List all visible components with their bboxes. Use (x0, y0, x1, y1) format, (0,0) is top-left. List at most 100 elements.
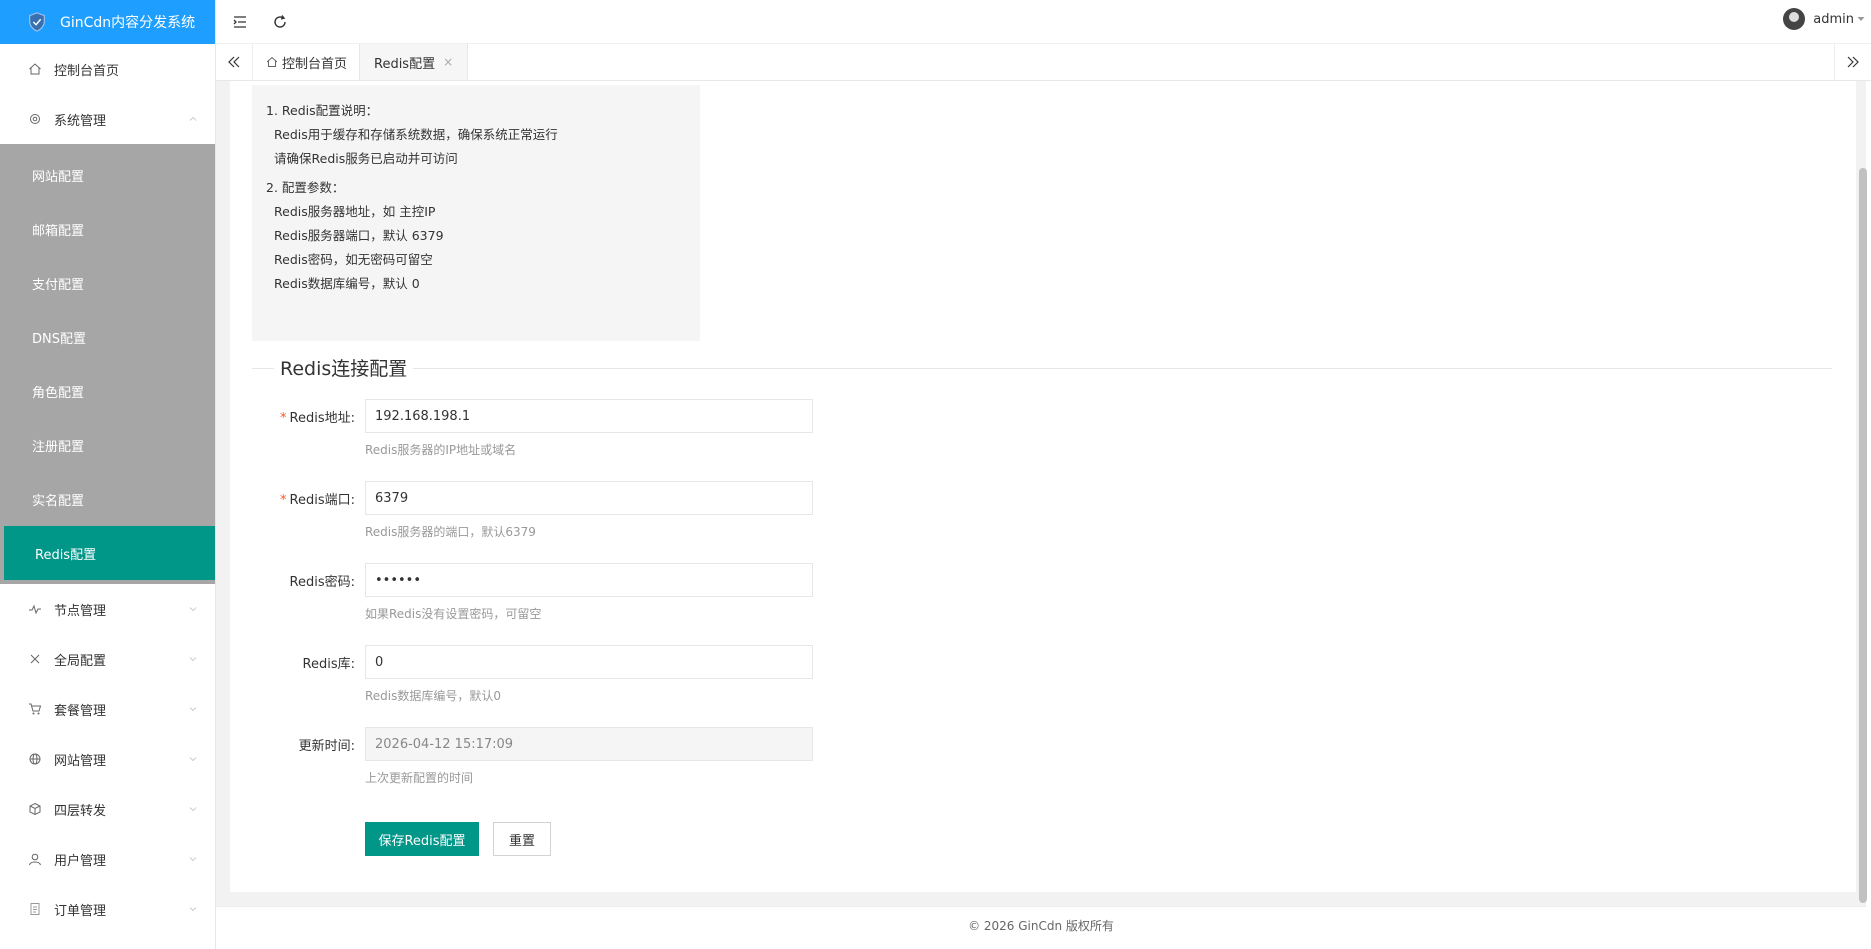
avatar (1783, 8, 1806, 30)
submenu-item-realname[interactable]: 实名配置 (0, 472, 215, 526)
required-marker: * (280, 411, 287, 426)
sidebar-item-label: 控制台首页 (54, 63, 120, 79)
chevron-down-icon (189, 857, 197, 862)
gear-icon (30, 114, 40, 124)
user-icon (29, 853, 41, 866)
chevron-down-icon (189, 607, 197, 612)
sidebar-item-packages[interactable]: 套餐管理 (0, 684, 215, 734)
field-label: Redis库: (252, 653, 355, 672)
notice-line: Redis数据库编号，默认 0 (274, 276, 420, 291)
sidebar-item-label: 四层转发 (54, 803, 107, 819)
tab-scroll-right-button[interactable] (1834, 44, 1871, 80)
field-label: Redis密码: (252, 571, 355, 590)
notice-heading: 1. Redis配置说明： (266, 103, 379, 118)
notice-line: 请确保Redis服务已启动并可访问 (274, 151, 458, 166)
redis-password-input[interactable] (365, 563, 813, 597)
field-label-text: 更新时间: (298, 739, 355, 754)
sidebar-item-nodes[interactable]: 节点管理 (0, 584, 215, 634)
sidebar-item-label: 套餐管理 (54, 703, 107, 719)
notice-line: Redis服务器地址，如 主控IP (274, 204, 436, 219)
submenu-item-dns[interactable]: DNS配置 (0, 310, 215, 364)
submenu-item-label: DNS配置 (32, 331, 86, 347)
caret-down-icon (1857, 17, 1865, 21)
chevron-down-icon (189, 807, 197, 812)
submenu-item-payment[interactable]: 支付配置 (0, 256, 215, 310)
cube-icon (29, 802, 41, 816)
notice-line: Redis用于缓存和存储系统数据，确保系统正常运行 (274, 127, 558, 142)
submenu-item-redis[interactable]: Redis配置 (4, 526, 215, 580)
field-label-text: Redis端口: (289, 493, 355, 508)
chevron-down-icon (189, 707, 197, 712)
redis-host-input[interactable] (365, 399, 813, 433)
field-label: * Redis地址: (252, 407, 355, 426)
redis-port-input[interactable] (365, 481, 813, 515)
form-legend: Redis连接配置 (252, 354, 1832, 384)
document-icon (30, 903, 40, 915)
submenu-item-label: 实名配置 (32, 493, 85, 509)
page-scrollbar[interactable] (1859, 168, 1867, 903)
submenu-item-label: 角色配置 (32, 385, 85, 401)
sidebar-item-dashboard[interactable]: 控制台首页 (0, 44, 215, 94)
double-chevron-left-icon (228, 56, 240, 68)
tab-redis-config[interactable]: Redis配置 × (359, 44, 469, 80)
tab-dashboard[interactable]: 控制台首页 (252, 44, 361, 80)
submenu-item-register[interactable]: 注册配置 (0, 418, 215, 472)
save-redis-config-button[interactable]: 保存Redis配置 (365, 822, 479, 856)
double-chevron-right-icon (1847, 56, 1859, 68)
app-logo[interactable]: GinCdn内容分发系统 (0, 0, 215, 44)
footer: © 2026 GinCdn 版权所有 (216, 906, 1866, 944)
menu-toggle-button[interactable] (230, 12, 250, 32)
system-submenu: 网站配置 邮箱配置 支付配置 DNS配置 角色配置 注册配置 实名配置 Redi… (0, 144, 215, 584)
home-icon (266, 56, 278, 67)
field-label-text: Redis库: (302, 657, 355, 672)
required-marker: * (280, 493, 287, 508)
notice-box: 1. Redis配置说明： Redis用于缓存和存储系统数据，确保系统正常运行 … (252, 85, 700, 341)
close-icon[interactable]: × (443, 55, 453, 69)
submenu-item-email[interactable]: 邮箱配置 (0, 202, 215, 256)
top-header: admin (216, 0, 1871, 44)
field-hint: Redis数据库编号，默认0 (365, 689, 502, 703)
chevron-down-icon (189, 657, 197, 662)
tab-scroll-left-button[interactable] (216, 44, 253, 80)
pulse-icon (29, 604, 41, 615)
sidebar-item-sites[interactable]: 网站管理 (0, 734, 215, 784)
sidebar-item-label: 订单管理 (54, 903, 107, 919)
field-label-text: Redis密码: (289, 575, 355, 590)
sidebar-item-system[interactable]: 系统管理 (0, 94, 215, 144)
user-name: admin (1813, 11, 1854, 27)
globe-icon (29, 753, 41, 765)
shield-logo-icon (29, 12, 45, 32)
app-title: GinCdn内容分发系统 (60, 15, 196, 31)
submenu-item-label: 网站配置 (32, 169, 85, 185)
refresh-button[interactable] (270, 12, 290, 32)
submenu-item-label: 邮箱配置 (32, 223, 85, 239)
sidebar-item-users[interactable]: 用户管理 (0, 834, 215, 884)
field-label: 更新时间: (252, 735, 355, 754)
field-label-text: Redis地址: (289, 411, 355, 426)
redis-db-input[interactable] (365, 645, 813, 679)
tools-icon (30, 654, 40, 664)
sidebar-item-l4-forward[interactable]: 四层转发 (0, 784, 215, 834)
field-hint: 上次更新配置的时间 (365, 771, 474, 785)
updated-at-input (365, 727, 813, 761)
menu-fold-icon (233, 16, 246, 28)
field-hint: Redis服务器的IP地址或域名 (365, 443, 517, 457)
sidebar-item-label: 全局配置 (54, 653, 107, 669)
reset-button[interactable]: 重置 (493, 822, 551, 856)
tab-bar: 控制台首页 Redis配置 × (216, 44, 1871, 81)
field-label: * Redis端口: (252, 489, 355, 508)
sidebar-item-orders[interactable]: 订单管理 (0, 884, 215, 934)
field-hint: Redis服务器的端口，默认6379 (365, 525, 536, 539)
submenu-item-label: 注册配置 (32, 439, 85, 455)
sidebar-item-label: 节点管理 (54, 603, 107, 619)
legend-title: Redis连接配置 (274, 354, 414, 381)
sidebar-item-label: 系统管理 (54, 113, 107, 129)
chevron-up-icon (189, 116, 197, 121)
sidebar-item-label: 用户管理 (54, 853, 107, 869)
submenu-item-role[interactable]: 角色配置 (0, 364, 215, 418)
refresh-icon (274, 15, 286, 28)
submenu-item-label: Redis配置 (35, 547, 97, 563)
user-menu[interactable]: admin (1783, 8, 1865, 30)
sidebar-item-global[interactable]: 全局配置 (0, 634, 215, 684)
submenu-item-website[interactable]: 网站配置 (0, 148, 215, 202)
